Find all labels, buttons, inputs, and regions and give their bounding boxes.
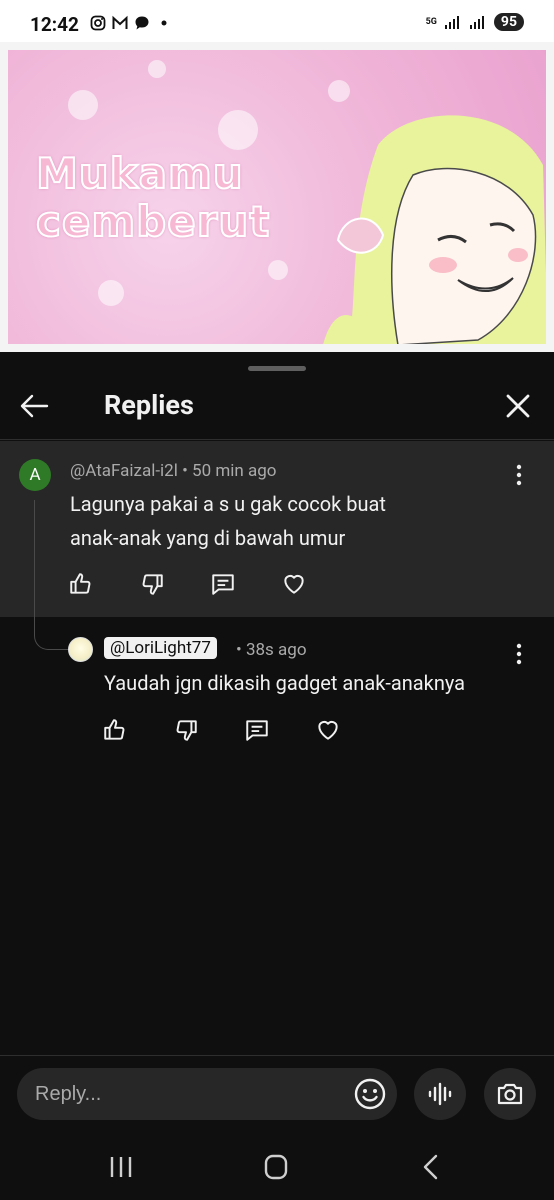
meta-separator: • (236, 640, 246, 660)
reply-composer (0, 1055, 554, 1133)
thumbs-up-icon (104, 719, 125, 740)
thumbs-down-icon (142, 574, 163, 595)
reply-actions (97, 712, 381, 748)
heart-button[interactable] (276, 566, 312, 602)
gmail-icon (112, 15, 128, 29)
comment-actions (63, 566, 347, 602)
comment-text: Lagunya pakai a s u gak cocok buat anak-… (70, 487, 386, 555)
back-arrow-icon[interactable] (16, 388, 52, 424)
anime-character-illustration (323, 115, 546, 344)
meta-separator: • (182, 461, 193, 481)
like-button[interactable] (97, 712, 133, 748)
more-options-icon[interactable] (509, 642, 529, 666)
thumbs-down-icon (176, 720, 197, 741)
signal-icon (444, 16, 459, 29)
video-title-art: Mukamu cemberut (35, 149, 271, 247)
thread-connector (34, 500, 68, 650)
reply-meta: • 38s ago (236, 640, 307, 660)
signal-icon (469, 16, 484, 29)
chat-icon (135, 16, 149, 30)
dislike-button[interactable] (168, 712, 204, 748)
replies-sheet: Replies A @AtaFaizal-i2l • 50 min ago La… (0, 352, 554, 1200)
close-icon[interactable] (500, 388, 536, 424)
dislike-button[interactable] (134, 566, 170, 602)
voice-waveform-icon (428, 1082, 452, 1106)
recent-apps-icon[interactable] (103, 1151, 139, 1183)
system-nav-bar (0, 1133, 554, 1200)
comment-text-line2: anak-anak yang di bawah umur (70, 526, 346, 550)
avatar[interactable] (68, 637, 93, 662)
video-player[interactable]: Mukamu cemberut (0, 42, 554, 352)
status-bar: 12:42 5G 95 (0, 0, 554, 42)
sheet-header: Replies (0, 372, 554, 440)
battery-indicator: 95 (493, 13, 524, 31)
video-title-line2: cemberut (35, 197, 271, 247)
comment-icon (212, 574, 234, 595)
home-icon[interactable] (258, 1151, 294, 1183)
notification-icons (90, 15, 172, 31)
reply-text: Yaudah jgn dikasih gadget anak-anaknya (104, 671, 466, 695)
thumbs-up-icon (70, 573, 91, 594)
avatar[interactable]: A (19, 459, 51, 491)
more-options-icon[interactable] (509, 463, 529, 487)
video-title-line1: Mukamu (35, 149, 244, 199)
system-status: 5G 95 (426, 13, 524, 31)
mention-chip[interactable]: @LoriLight77 (104, 637, 217, 659)
heart-icon (284, 574, 304, 594)
like-button[interactable] (63, 566, 99, 602)
emoji-icon[interactable] (352, 1076, 388, 1112)
instagram-icon (90, 15, 106, 31)
parent-comment: A @AtaFaizal-i2l • 50 min ago Lagunya pa… (0, 441, 554, 617)
comment-meta: @AtaFaizal-i2l • 50 min ago (70, 461, 277, 481)
comment-author[interactable]: @AtaFaizal-i2l (70, 461, 178, 481)
camera-button[interactable] (484, 1068, 536, 1120)
heart-icon (318, 720, 338, 740)
voice-input-button[interactable] (414, 1068, 466, 1120)
reply-button[interactable] (205, 566, 241, 602)
comment-icon (246, 720, 268, 741)
heart-button[interactable] (310, 712, 346, 748)
camera-icon (497, 1083, 523, 1105)
page-title: Replies (104, 389, 194, 421)
comment-text-line1: Lagunya pakai a s u gak cocok buat (70, 492, 386, 516)
reply-button[interactable] (239, 712, 275, 748)
drag-handle[interactable] (248, 366, 306, 371)
dot-icon (161, 20, 167, 26)
status-time: 12:42 (30, 13, 79, 36)
reply-time: 38s ago (245, 640, 307, 660)
comment-time: 50 min ago (192, 461, 277, 481)
back-nav-icon[interactable] (414, 1151, 450, 1183)
network-type: 5G (425, 16, 437, 27)
video-thumbnail: Mukamu cemberut (8, 50, 546, 344)
reply-input[interactable] (17, 1068, 397, 1120)
